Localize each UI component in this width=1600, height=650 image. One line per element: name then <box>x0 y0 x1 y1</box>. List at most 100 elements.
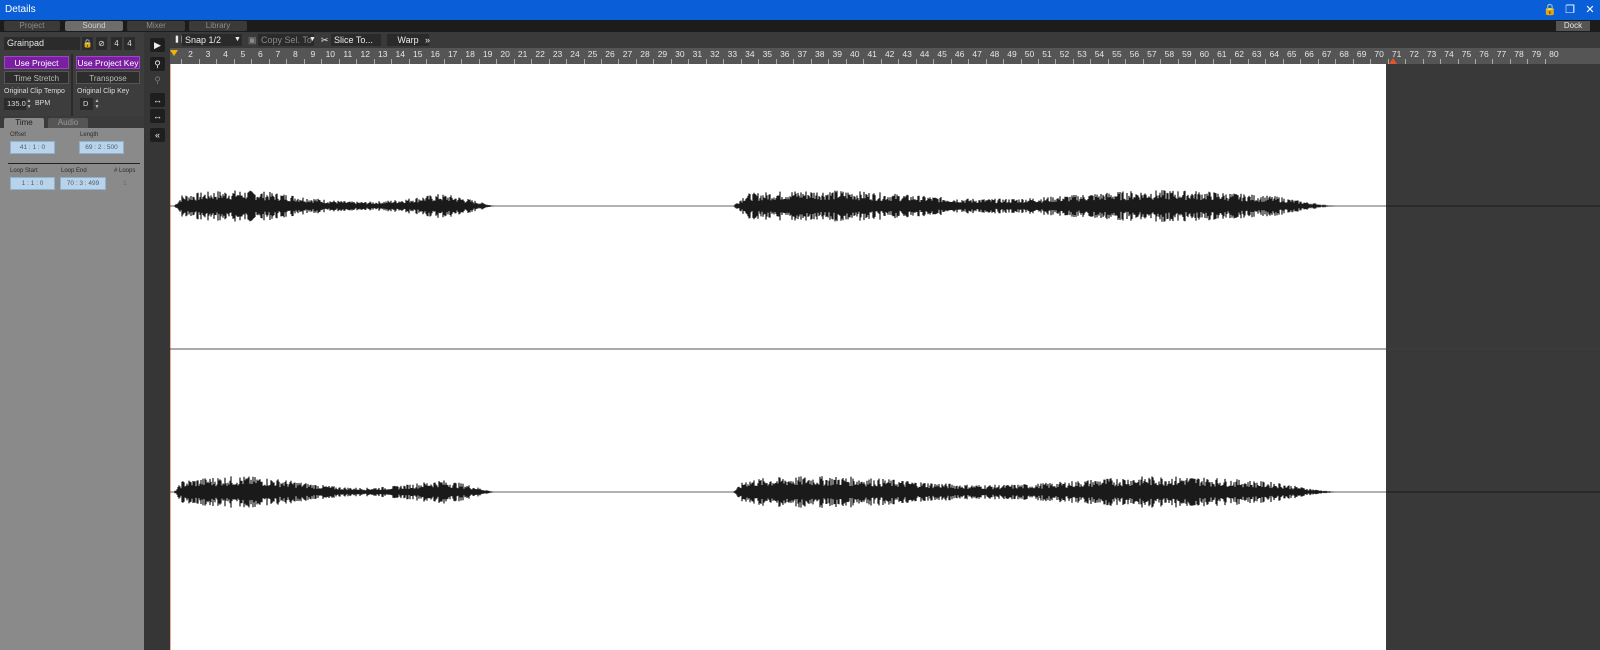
loop-start-field[interactable]: 1 : 1 : 0 <box>10 177 55 190</box>
loops-value: 1 <box>123 180 127 187</box>
transpose-button[interactable]: Transpose <box>76 71 140 84</box>
main-tab-row: Project Sound Mixer Library Dock <box>0 20 1600 32</box>
chevron-down-icon[interactable]: ▼ <box>309 34 316 46</box>
ruler-label: 35 <box>762 49 773 59</box>
tab-project[interactable]: Project <box>4 21 60 31</box>
sub-tab-row: Time Audio <box>0 116 144 128</box>
ruler-label: 64 <box>1269 49 1279 59</box>
zoom-icon[interactable]: ⚲ <box>150 57 165 71</box>
loops-label: # Loops <box>114 168 136 174</box>
ruler-label: 17 <box>447 49 458 59</box>
ruler-label: 19 <box>482 49 493 59</box>
tab-mixer[interactable]: Mixer <box>127 21 185 31</box>
copy-selection-select[interactable]: Copy Sel. To <box>258 34 314 46</box>
ruler-label: 79 <box>1531 49 1542 59</box>
lock-icon[interactable]: 🔒 <box>82 37 93 50</box>
ruler-label: 32 <box>710 49 720 59</box>
dock-button[interactable]: Dock <box>1556 21 1590 31</box>
original-key-input[interactable]: D <box>80 98 93 110</box>
ruler-label: 51 <box>1042 49 1052 59</box>
loop-end-field[interactable]: 70 : 3 : 499 <box>60 177 106 190</box>
ruler-label: 15 <box>412 49 423 59</box>
divider <box>71 54 73 116</box>
ruler-label: 14 <box>395 49 405 59</box>
snap-select[interactable]: Snap 1/2 <box>182 34 242 46</box>
ruler-label: 41 <box>867 49 877 59</box>
length-field[interactable]: 69 : 2 : 500 <box>79 141 124 154</box>
time-sig-numerator[interactable]: 4 <box>111 37 122 50</box>
tempo-stepper-icon[interactable]: ▲ ▼ <box>26 98 32 110</box>
waveform-display[interactable] <box>170 64 1600 650</box>
restore-icon[interactable]: ❐ <box>1562 2 1578 18</box>
chevron-down-icon[interactable]: ▼ <box>234 34 241 46</box>
ruler-label: 13 <box>378 49 388 59</box>
waveform-editor[interactable] <box>170 64 1600 650</box>
ruler-label: 34 <box>745 49 755 59</box>
ruler-label: 29 <box>657 49 668 59</box>
mute-icon[interactable]: ⊘ <box>96 37 107 50</box>
ruler-label: 18 <box>465 49 475 59</box>
use-project-key-button[interactable]: Use Project Key <box>76 56 140 69</box>
ruler-label: 48 <box>989 49 1000 59</box>
copy-icon: ▣ <box>248 35 257 45</box>
ruler-label: 50 <box>1024 49 1035 59</box>
window-title: Details <box>5 4 36 15</box>
ruler-label: 66 <box>1304 49 1314 59</box>
ruler-label: 58 <box>1164 49 1175 59</box>
title-bar: Details 🔒 ❐ ✕ <box>0 0 1600 20</box>
scissors-icon: ✂ <box>321 35 329 45</box>
warp-button[interactable]: Warp <box>387 34 429 46</box>
ruler-label: 5 <box>240 49 246 59</box>
time-stretch-button[interactable]: Time Stretch <box>4 71 69 84</box>
original-tempo-label: Original Clip Tempo <box>4 88 65 95</box>
key-stepper-icon[interactable]: ▲ ▼ <box>94 98 100 110</box>
loop-end-label: Loop End <box>61 168 87 174</box>
lock-icon[interactable]: 🔒 <box>1542 2 1558 18</box>
tab-library[interactable]: Library <box>189 21 247 31</box>
original-tempo-input[interactable]: 135.0 <box>4 98 26 110</box>
tab-time[interactable]: Time <box>4 118 44 128</box>
ruler-label: 10 <box>325 49 336 59</box>
play-icon[interactable]: ▶ <box>150 38 165 52</box>
ruler-label: 36 <box>780 49 790 59</box>
clip-name-field[interactable]: Grainpad <box>4 37 80 50</box>
offset-field[interactable]: 41 : 1 : 0 <box>10 141 55 154</box>
ruler-label: 20 <box>500 49 510 59</box>
ruler-label: 33 <box>727 49 738 59</box>
ruler-label: 28 <box>640 49 650 59</box>
ruler-label: 61 <box>1217 49 1227 59</box>
ruler-label: 3 <box>205 49 211 59</box>
expand-horizontal-icon[interactable]: ↔ <box>150 93 165 107</box>
time-sig-denominator[interactable]: 4 <box>124 37 135 50</box>
ruler-label: 73 <box>1426 49 1437 59</box>
timeline-ruler[interactable]: 2 3 4 5 6 7 8 9 10 11 12 13 14 15 16 17 18 19 20 21 22 23 24 25… <box>170 48 1600 64</box>
ruler-label: 69 <box>1356 49 1367 59</box>
ruler-label: 76 <box>1479 49 1489 59</box>
use-project-tempo-button[interactable]: Use Project Tempo <box>4 56 69 81</box>
zoom-out-icon[interactable]: ⚲ <box>150 73 165 87</box>
ruler-label: 16 <box>430 49 440 59</box>
ruler-label: 31 <box>692 49 703 59</box>
collapse-icon[interactable]: « <box>150 128 165 142</box>
ruler-label: 47 <box>972 49 982 59</box>
clip-header: Grainpad 🔒 ⊘ 4 4 Use Project Tempo Time … <box>0 32 144 116</box>
tab-sound[interactable]: Sound <box>65 21 123 31</box>
bpm-label: BPM <box>35 100 51 107</box>
slice-to-button[interactable]: Slice To... <box>331 34 381 46</box>
close-icon[interactable]: ✕ <box>1582 2 1598 18</box>
ruler-label: 27 <box>622 49 633 59</box>
loop-start-marker[interactable] <box>170 50 178 56</box>
ruler-label: 57 <box>1147 49 1157 59</box>
ruler-label: 63 <box>1252 49 1262 59</box>
fit-horizontal-icon[interactable]: ↔ <box>150 109 165 123</box>
more-button[interactable]: » <box>425 34 430 46</box>
ruler-label: 67 <box>1321 49 1332 59</box>
ruler-label: 59 <box>1182 49 1192 59</box>
original-key-label: Original Clip Key <box>77 88 130 95</box>
ruler-label: 52 <box>1059 49 1070 59</box>
tab-audio[interactable]: Audio <box>48 118 88 128</box>
ruler-label: 38 <box>815 49 825 59</box>
clip-background <box>170 64 1386 650</box>
offset-label: Offset <box>10 132 26 138</box>
length-label: Length <box>80 132 99 138</box>
